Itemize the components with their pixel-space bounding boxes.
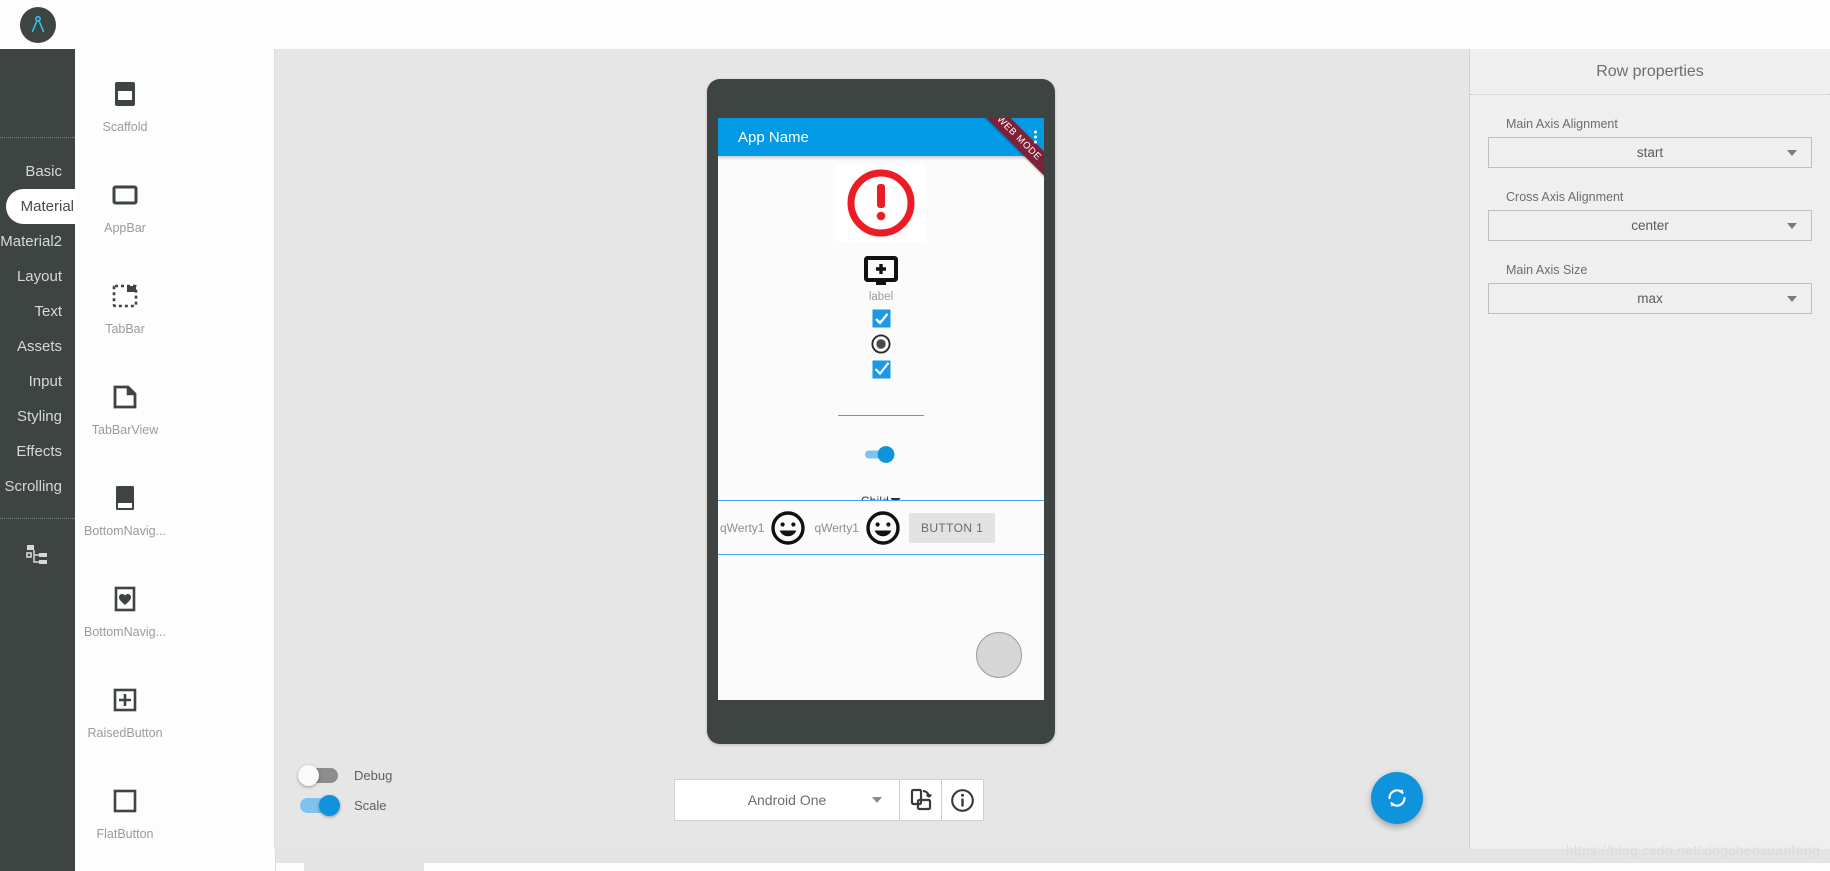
- device-select[interactable]: Android One: [674, 779, 900, 821]
- smiley-face-icon[interactable]: [770, 510, 806, 546]
- chevron-down-icon: [1787, 149, 1797, 156]
- fab-placeholder-circle[interactable]: [976, 632, 1022, 678]
- sidebar-item-material2[interactable]: Material2: [0, 224, 75, 259]
- palette-item-appbar[interactable]: AppBar: [75, 172, 175, 273]
- scale-toggle[interactable]: [300, 794, 340, 816]
- property-cross-axis-alignment: Cross Axis Alignment center: [1470, 190, 1830, 241]
- palette-item-raisedbutton[interactable]: RaisedButton: [75, 677, 175, 778]
- sidebar-item-assets[interactable]: Assets: [0, 329, 75, 364]
- property-main-axis-alignment: Main Axis Alignment start: [1470, 117, 1830, 168]
- palette-item-scaffold[interactable]: Scaffold: [75, 71, 175, 172]
- palette-item-flatbutton[interactable]: FlatButton: [75, 778, 175, 849]
- info-circle-icon[interactable]: [942, 779, 984, 821]
- chevron-down-icon: [1787, 222, 1797, 229]
- device-select-value: Android One: [747, 792, 827, 808]
- property-label: Cross Axis Alignment: [1506, 190, 1624, 204]
- bottomnavigationbaritem-icon: [112, 576, 138, 622]
- raisedbutton-icon: [112, 677, 138, 723]
- property-label: Main Axis Alignment: [1506, 117, 1618, 131]
- preview-appbar[interactable]: App Name WEB MODE: [718, 118, 1044, 182]
- palette-item-tabbarview[interactable]: TabBarView: [75, 374, 175, 475]
- palette-label: Scaffold: [102, 120, 148, 134]
- radio-selected-icon[interactable]: [871, 334, 891, 354]
- palette-item-tabbar[interactable]: TabBar: [75, 273, 175, 374]
- top-bar: [75, 0, 1830, 49]
- chevron-down-icon: [1787, 295, 1797, 302]
- scaffold-icon: [112, 71, 138, 117]
- sidebar-item-text[interactable]: Text: [0, 294, 75, 329]
- property-main-axis-size: Main Axis Size max: [1470, 263, 1830, 314]
- category-rail: Basic Material Material2 Layout Text Ass…: [0, 49, 87, 871]
- flatbutton-icon: [112, 778, 138, 824]
- tabbar-icon: [111, 273, 139, 319]
- rail-footer: [0, 849, 75, 871]
- scale-toggle-row: Scale: [300, 790, 392, 820]
- widget-palette: Scaffold AppBar TabBar TabBarView Bottom…: [75, 49, 275, 849]
- divider-line: [838, 415, 924, 416]
- appbar-icon: [111, 172, 139, 218]
- rotate-device-icon[interactable]: [900, 779, 942, 821]
- row-text-1: qWerty1: [720, 520, 765, 535]
- palette-item-bottomnavigationbaritem[interactable]: BottomNavig...: [75, 576, 175, 677]
- widget-tree-icon[interactable]: [0, 519, 75, 589]
- appbar-title: App Name: [738, 128, 809, 146]
- three-dot-menu-icon[interactable]: [1034, 130, 1037, 144]
- logo-strip: [0, 0, 75, 49]
- error-outline-icon[interactable]: [836, 164, 926, 242]
- palette-label: RaisedButton: [87, 726, 163, 740]
- preview-body: label: [718, 156, 1044, 700]
- device-selector-bar: Android One: [674, 779, 984, 821]
- device-screen: App Name WEB MODE label qWerty1 qWerty1 …: [718, 118, 1044, 700]
- debug-toggle[interactable]: [298, 764, 338, 786]
- main-axis-size-select[interactable]: max: [1488, 283, 1812, 314]
- debug-toggle-row: Debug: [298, 760, 393, 790]
- palette-label: TabBar: [105, 322, 145, 336]
- property-value: center: [1631, 218, 1669, 233]
- palette-label: FlatButton: [96, 827, 154, 841]
- bottomnavigationbar-icon: [112, 475, 138, 521]
- palette-item-bottomnavigationbar[interactable]: BottomNavig...: [75, 475, 175, 576]
- page-title: Row properties: [1470, 49, 1830, 95]
- smiley-face-icon[interactable]: [865, 510, 901, 546]
- palette-grid: Scaffold AppBar TabBar TabBarView Bottom…: [75, 49, 274, 849]
- scrollbar-thumb[interactable]: [304, 849, 424, 871]
- preview-toggles: Debug Scale: [298, 760, 393, 820]
- properties-panel: Row properties Main Axis Alignment start…: [1469, 49, 1830, 849]
- tabbarview-icon: [112, 374, 138, 420]
- switch-on-icon[interactable]: [864, 444, 898, 464]
- property-label: Main Axis Size: [1506, 263, 1588, 277]
- sidebar-item-basic[interactable]: Basic: [0, 154, 75, 189]
- row-text-2: qWerty1: [814, 520, 859, 535]
- refresh-icon: [1388, 789, 1406, 807]
- palette-label: BottomNavig...: [84, 625, 166, 639]
- property-value: start: [1636, 145, 1664, 160]
- button-1[interactable]: BUTTON 1: [908, 512, 996, 543]
- category-list: Basic Material Material2 Layout Text Ass…: [0, 138, 87, 504]
- palette-label: BottomNavig...: [84, 524, 166, 538]
- cross-axis-alignment-select[interactable]: center: [1488, 210, 1812, 241]
- sidebar-item-effects[interactable]: Effects: [0, 434, 75, 469]
- scale-toggle-label: Scale: [354, 797, 387, 813]
- device-preview-frame: App Name WEB MODE label qWerty1 qWerty1 …: [707, 79, 1055, 744]
- compass-divider-icon[interactable]: [19, 6, 56, 43]
- sidebar-item-styling[interactable]: Styling: [0, 399, 75, 434]
- add-to-screen-icon[interactable]: [863, 256, 899, 288]
- preview-label-text: label: [868, 291, 894, 303]
- checkbox-checked-icon[interactable]: [872, 309, 891, 328]
- main-axis-alignment-select[interactable]: start: [1488, 137, 1812, 168]
- refresh-button[interactable]: [1371, 772, 1423, 824]
- chevron-down-icon: [872, 797, 882, 803]
- debug-toggle-label: Debug: [354, 767, 393, 783]
- palette-label: TabBarView: [91, 423, 159, 437]
- sidebar-item-input[interactable]: Input: [0, 364, 75, 399]
- property-value: max: [1637, 291, 1663, 306]
- sidebar-item-scrolling[interactable]: Scrolling: [0, 469, 75, 504]
- palette-label: AppBar: [104, 221, 146, 235]
- check-mark-icon[interactable]: [872, 360, 891, 379]
- palette-footer: [75, 849, 276, 871]
- selected-row-widget[interactable]: qWerty1 qWerty1 BUTTON 1: [718, 500, 1044, 555]
- sidebar-item-layout[interactable]: Layout: [0, 259, 75, 294]
- watermark: https://blog.csdn.net/xingchenxuanfeng: [1565, 842, 1820, 858]
